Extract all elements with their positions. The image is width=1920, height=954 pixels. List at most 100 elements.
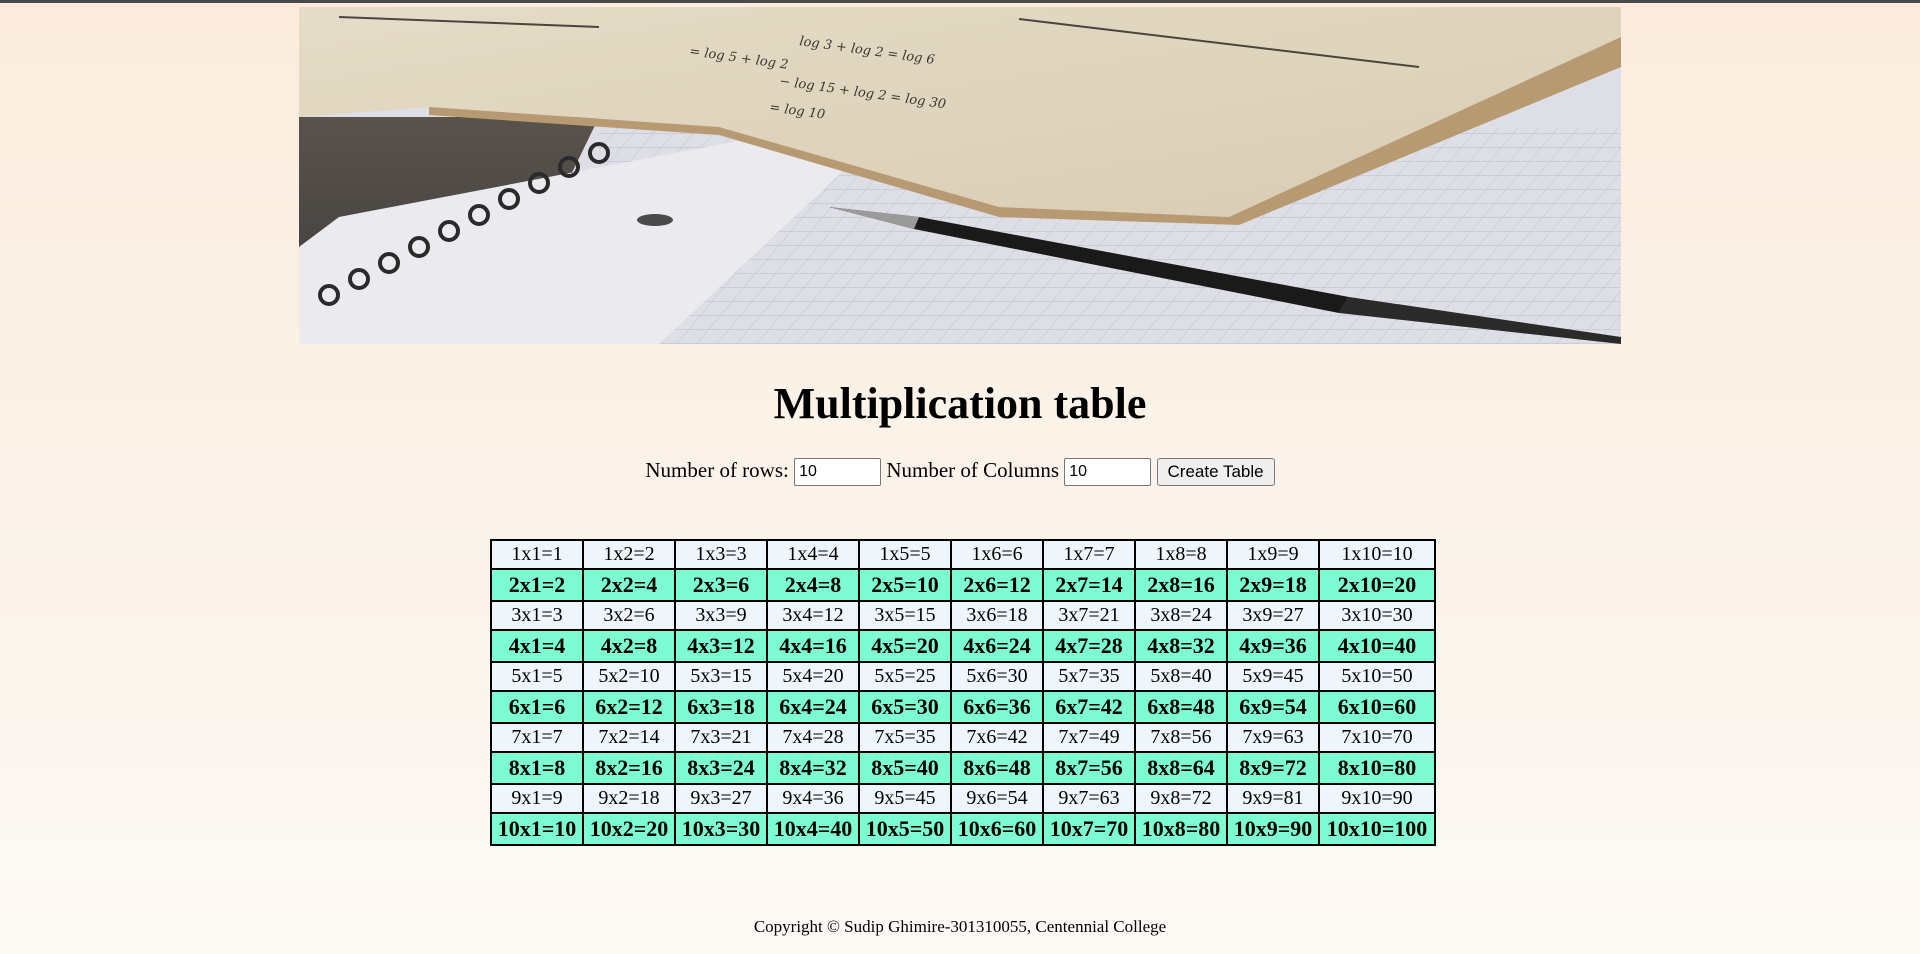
table-cell: 6x9=54 [1226, 690, 1320, 724]
table-row: 4x1=4 4x2=8 4x3=12 4x4=16 4x5=20 4x6=24 4x7=28… [490, 629, 1436, 663]
table-cell: 10x5=50 [858, 812, 952, 846]
table-cell: 8x9=72 [1226, 751, 1320, 785]
table-cell: 6x4=24 [766, 690, 860, 724]
table-row: 1x1=1 1x2=2 1x3=3 1x4=4 1x5=5 1x6=6 1x7=7 1x8=8… [490, 539, 1436, 570]
table-row: 2x1=2 2x2=4 2x3=6 2x4=8 2x5=10 2x6=12 2x7=14 2x… [490, 568, 1436, 602]
columns-input[interactable] [1064, 458, 1152, 487]
rows-input[interactable] [794, 458, 882, 487]
table-cell: 8x7=56 [1042, 751, 1136, 785]
table-cell: 9x10=90 [1318, 783, 1436, 814]
table-cell: 3x6=18 [950, 600, 1044, 631]
table-row: 7x1=7 7x2=14 7x3=21 7x4=28 7x5=35 7x6=42 7x7=4… [490, 722, 1436, 753]
table-cell: 4x5=20 [858, 629, 952, 663]
table-cell: 7x10=70 [1318, 722, 1436, 753]
multiplication-table: 1x1=1 1x2=2 1x3=3 1x4=4 1x5=5 1x6=6 1x7=7 1x8=8… [490, 539, 1436, 846]
table-cell: 7x9=63 [1226, 722, 1320, 753]
table-cell: 1x10=10 [1318, 539, 1436, 570]
table-cell: 6x5=30 [858, 690, 952, 724]
table-cell: 8x4=32 [766, 751, 860, 785]
table-row: 3x1=3 3x2=6 3x3=9 3x4=12 3x5=15 3x6=18 3x7=21 3… [490, 600, 1436, 631]
hero-image: = log 5 + log 2 log 3 + log 2 = log 6 − … [299, 7, 1621, 344]
table-cell: 2x3=6 [674, 568, 768, 602]
table-cell: 7x3=21 [674, 722, 768, 753]
table-cell: 8x10=80 [1318, 751, 1436, 785]
table-cell: 8x3=24 [674, 751, 768, 785]
table-cell: 10x3=30 [674, 812, 768, 846]
table-cell: 10x6=60 [950, 812, 1044, 846]
table-cell: 3x4=12 [766, 600, 860, 631]
table-cell: 4x1=4 [490, 629, 584, 663]
table-cell: 6x6=36 [950, 690, 1044, 724]
create-table-button[interactable]: Create Table [1156, 458, 1275, 487]
table-cell: 3x5=15 [858, 600, 952, 631]
table-cell: 7x7=49 [1042, 722, 1136, 753]
table-cell: 1x9=9 [1226, 539, 1320, 570]
table-body: 1x1=1 1x2=2 1x3=3 1x4=4 1x5=5 1x6=6 1x7=7 1x8=8… [490, 539, 1436, 846]
table-row: 5x1=5 5x2=10 5x3=15 5x4=20 5x5=25 5x6=30 5x7=3… [490, 661, 1436, 692]
table-cell: 2x6=12 [950, 568, 1044, 602]
table-cell: 1x2=2 [582, 539, 676, 570]
table-cell: 7x2=14 [582, 722, 676, 753]
table-cell: 10x7=70 [1042, 812, 1136, 846]
table-cell: 6x2=12 [582, 690, 676, 724]
table-cell: 3x2=6 [582, 600, 676, 631]
table-cell: 2x9=18 [1226, 568, 1320, 602]
table-cell: 10x8=80 [1134, 812, 1228, 846]
table-cell: 5x9=45 [1226, 661, 1320, 692]
table-cell: 6x10=60 [1318, 690, 1436, 724]
table-cell: 9x3=27 [674, 783, 768, 814]
table-cell: 10x10=100 [1318, 812, 1436, 846]
table-cell: 10x4=40 [766, 812, 860, 846]
table-cell: 1x4=4 [766, 539, 860, 570]
table-cell: 4x7=28 [1042, 629, 1136, 663]
table-cell: 9x9=81 [1226, 783, 1320, 814]
table-cell: 7x1=7 [490, 722, 584, 753]
table-cell: 9x1=9 [490, 783, 584, 814]
table-cell: 8x2=16 [582, 751, 676, 785]
table-cell: 4x6=24 [950, 629, 1044, 663]
table-cell: 5x6=30 [950, 661, 1044, 692]
table-cell: 6x3=18 [674, 690, 768, 724]
table-cell: 7x4=28 [766, 722, 860, 753]
table-cell: 1x7=7 [1042, 539, 1136, 570]
table-size-form: Number of rows: Number of Columns Create… [0, 455, 1920, 487]
table-cell: 8x5=40 [858, 751, 952, 785]
table-row: 6x1=6 6x2=12 6x3=18 6x4=24 6x5=30 6x6=36 6x7=4… [490, 690, 1436, 724]
table-cell: 1x8=8 [1134, 539, 1228, 570]
table-cell: 9x8=72 [1134, 783, 1228, 814]
table-cell: 9x5=45 [858, 783, 952, 814]
table-row: 10x1=10 10x2=20 10x3=30 10x4=40 10x5=50 10x6=… [490, 812, 1436, 846]
table-cell: 6x7=42 [1042, 690, 1136, 724]
table-cell: 9x4=36 [766, 783, 860, 814]
table-cell: 3x9=27 [1226, 600, 1320, 631]
table-cell: 3x7=21 [1042, 600, 1136, 631]
table-cell: 5x4=20 [766, 661, 860, 692]
columns-label: Number of Columns [886, 458, 1060, 482]
hero-illustration: = log 5 + log 2 log 3 + log 2 = log 6 − … [299, 7, 1621, 344]
table-cell: 5x1=5 [490, 661, 584, 692]
table-cell: 6x8=48 [1134, 690, 1228, 724]
table-cell: 5x2=10 [582, 661, 676, 692]
table-cell: 2x5=10 [858, 568, 952, 602]
window-top-border [0, 0, 1920, 3]
page-title: Multiplication table [773, 379, 1147, 428]
table-cell: 10x9=90 [1226, 812, 1320, 846]
table-cell: 5x8=40 [1134, 661, 1228, 692]
rows-label: Number of rows: [645, 458, 789, 482]
table-cell: 1x5=5 [858, 539, 952, 570]
multiplication-table-container: 1x1=1 1x2=2 1x3=3 1x4=4 1x5=5 1x6=6 1x7=7 1x8=8… [490, 539, 1436, 846]
table-cell: 7x6=42 [950, 722, 1044, 753]
table-cell: 1x6=6 [950, 539, 1044, 570]
table-cell: 5x10=50 [1318, 661, 1436, 692]
table-row: 8x1=8 8x2=16 8x3=24 8x4=32 8x5=40 8x6=48 8x7=5… [490, 751, 1436, 785]
table-cell: 3x3=9 [674, 600, 768, 631]
table-cell: 9x7=63 [1042, 783, 1136, 814]
table-cell: 8x8=64 [1134, 751, 1228, 785]
table-cell: 4x3=12 [674, 629, 768, 663]
table-cell: 8x1=8 [490, 751, 584, 785]
table-cell: 8x6=48 [950, 751, 1044, 785]
table-cell: 1x3=3 [674, 539, 768, 570]
table-cell: 4x9=36 [1226, 629, 1320, 663]
table-cell: 3x8=24 [1134, 600, 1228, 631]
table-cell: 7x5=35 [858, 722, 952, 753]
